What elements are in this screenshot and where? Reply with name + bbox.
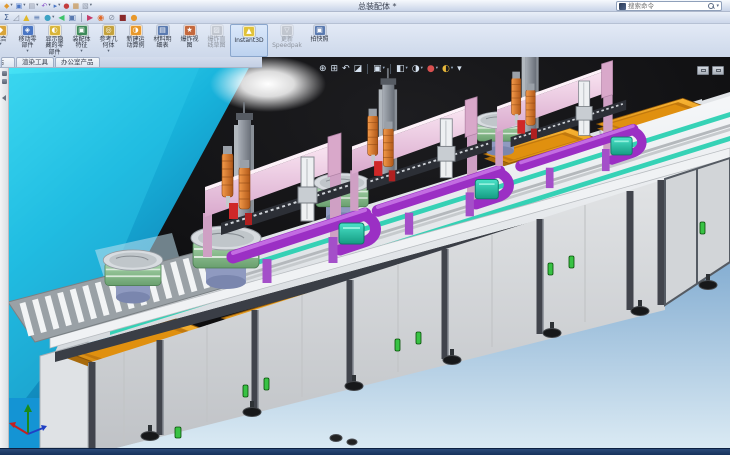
show-hidden-components-button[interactable]: ◐ 显示隐 藏的零 部件▾ [41,24,68,57]
search-icon[interactable] [707,2,715,10]
align-icon[interactable]: ≡ [32,13,41,23]
show-hidden-components-icon: ◐ [49,25,61,36]
interference-check-icon[interactable]: ▲ [22,13,30,23]
undo-icon[interactable]: ↶▾ [40,1,51,11]
tab-office-products[interactable]: 办公室产品 [55,57,100,67]
explode-line-sketch-button[interactable]: ▨ 爆炸直 线草图▾ [203,24,230,57]
mate-icon: ◆ [0,25,7,36]
panel-expand-arrow-icon[interactable] [2,95,6,101]
instant3d-button[interactable]: ▲ Instant3D▾ [230,24,268,57]
take-snapshot-icon: ▣ [314,25,326,36]
zoom-fit-icon[interactable]: ⊕ [318,64,328,74]
view-orientation-icon[interactable]: ▣▾ [372,64,386,74]
command-search[interactable]: ▾ [616,1,722,11]
measure-icon[interactable]: ◿ [12,13,20,23]
palette-icon[interactable]: ◉ [96,13,105,23]
file-properties-icon[interactable]: ▦ [71,1,80,11]
scene-icon[interactable]: ● [129,13,138,23]
tab-evaluate[interactable]: 评估 [1,57,15,67]
tab-render-tools[interactable]: 渲染工具 [16,57,54,67]
equations-icon[interactable]: Σ [3,13,10,23]
export-icon[interactable]: ◀ [57,13,65,23]
command-manager: ◆ 配合▾ ◈ 移动零 部件▾ ◐ 显示隐 藏的零 部件▾ ▣ 装配体 特征▾ … [0,24,730,57]
reference-geometry-button[interactable]: ◎ 参考几 何体▾ [95,24,122,57]
solidworks-logo-icon [619,3,626,10]
document-title: 总装配体 * [358,1,397,12]
toolbar-separator [81,13,82,22]
toolbar-separator [390,64,391,74]
propertymanager-icon[interactable] [2,79,7,84]
material-icon[interactable]: ■ [118,13,128,23]
view-settings-icon[interactable]: ▾ [456,64,463,74]
exploded-view-icon: ★ [184,25,196,36]
new-motion-study-icon: ◑ [130,25,142,36]
zoom-area-icon[interactable]: ⊞ [330,64,340,74]
update-speedpak-button[interactable]: ▽ 更新 Speedpak▾ [268,24,306,57]
rebuild-icon[interactable]: ● [62,1,70,11]
viewport-pane-buttons [697,66,724,75]
toolbar-separator [367,64,368,74]
quick-access-toolbar: ◆▾▣▾▤▾↶▾▸▾●▦▧▾ [0,1,93,11]
pane-toggle-left-icon[interactable] [697,66,709,75]
bill-of-materials-icon: ▤ [157,25,169,36]
explode-line-sketch-icon: ▨ [211,25,223,36]
no-entry-icon[interactable]: ⊘ [107,13,116,23]
featuremanager-tree-icon[interactable] [2,71,7,76]
status-bar [0,448,730,455]
section-view-icon[interactable]: ◪ [353,64,364,74]
edit-appearance-icon[interactable]: ●▾ [426,64,439,74]
appearance-icon[interactable]: ●▾ [43,13,55,23]
heads-up-view-toolbar: ⊕⊞↶◪ ▣▾ ◧▾◑▾●▾◐▾▾ [318,62,463,75]
options-icon[interactable]: ▧▾ [81,1,93,11]
solidworks-window: ◆▾▣▾▤▾↶▾▸▾●▦▧▾ 总装配体 * ▾ Σ◿▲≡●▾◀▣▶◉⊘■● ◆ … [0,0,730,455]
search-input[interactable] [626,2,707,10]
assembly-features-button[interactable]: ▣ 装配体 特征▾ [68,24,95,57]
print-icon[interactable]: ▤▾ [28,1,40,11]
move-component-button[interactable]: ◈ 移动零 部件▾ [14,24,41,57]
exploded-view-button[interactable]: ★ 爆炸视 图▾ [176,24,203,57]
move-component-icon: ◈ [22,25,34,36]
graphics-area[interactable]: ⊕⊞↶◪ ▣▾ ◧▾◑▾●▾◐▾▾ [9,57,730,448]
previous-view-icon[interactable]: ↶ [341,64,351,74]
title-bar: ◆▾▣▾▤▾↶▾▸▾●▦▧▾ 总装配体 * ▾ [0,0,730,12]
apply-scene-icon[interactable]: ◐▾ [441,64,454,74]
featuremanager-collapsed-panel[interactable] [0,68,9,448]
open-icon[interactable]: ◆▾ [3,1,14,11]
update-speedpak-icon: ▽ [281,25,293,36]
capture-icon[interactable]: ▣ [67,13,77,23]
hide-show-items-icon[interactable]: ◑▾ [411,64,424,74]
save-icon[interactable]: ▣▾ [15,1,27,11]
commandmanager-tabs: 评估 渲染工具 办公室产品 [0,57,262,68]
display-style-icon[interactable]: ◧▾ [395,64,409,74]
search-options-caret-icon[interactable]: ▾ [716,3,719,9]
motion-manager-icon[interactable]: ▶ [86,13,94,23]
instant3d-icon: ▲ [243,26,255,37]
assembly-features-icon: ▣ [76,25,88,36]
pane-toggle-right-icon[interactable] [712,66,724,75]
mate-button[interactable]: ◆ 配合▾ [0,24,14,57]
new-motion-study-button[interactable]: ◑ 新建运 动算例▾ [122,24,149,57]
secondary-toolbar: Σ◿▲≡●▾◀▣ ▶◉⊘■● [0,12,730,24]
select-icon[interactable]: ▸▾ [53,1,62,11]
take-snapshot-button[interactable]: ▣ 拍快照▾ [306,24,333,57]
bill-of-materials-button[interactable]: ▤ 材料明 细表▾ [149,24,176,57]
reference-geometry-icon: ◎ [103,25,115,36]
